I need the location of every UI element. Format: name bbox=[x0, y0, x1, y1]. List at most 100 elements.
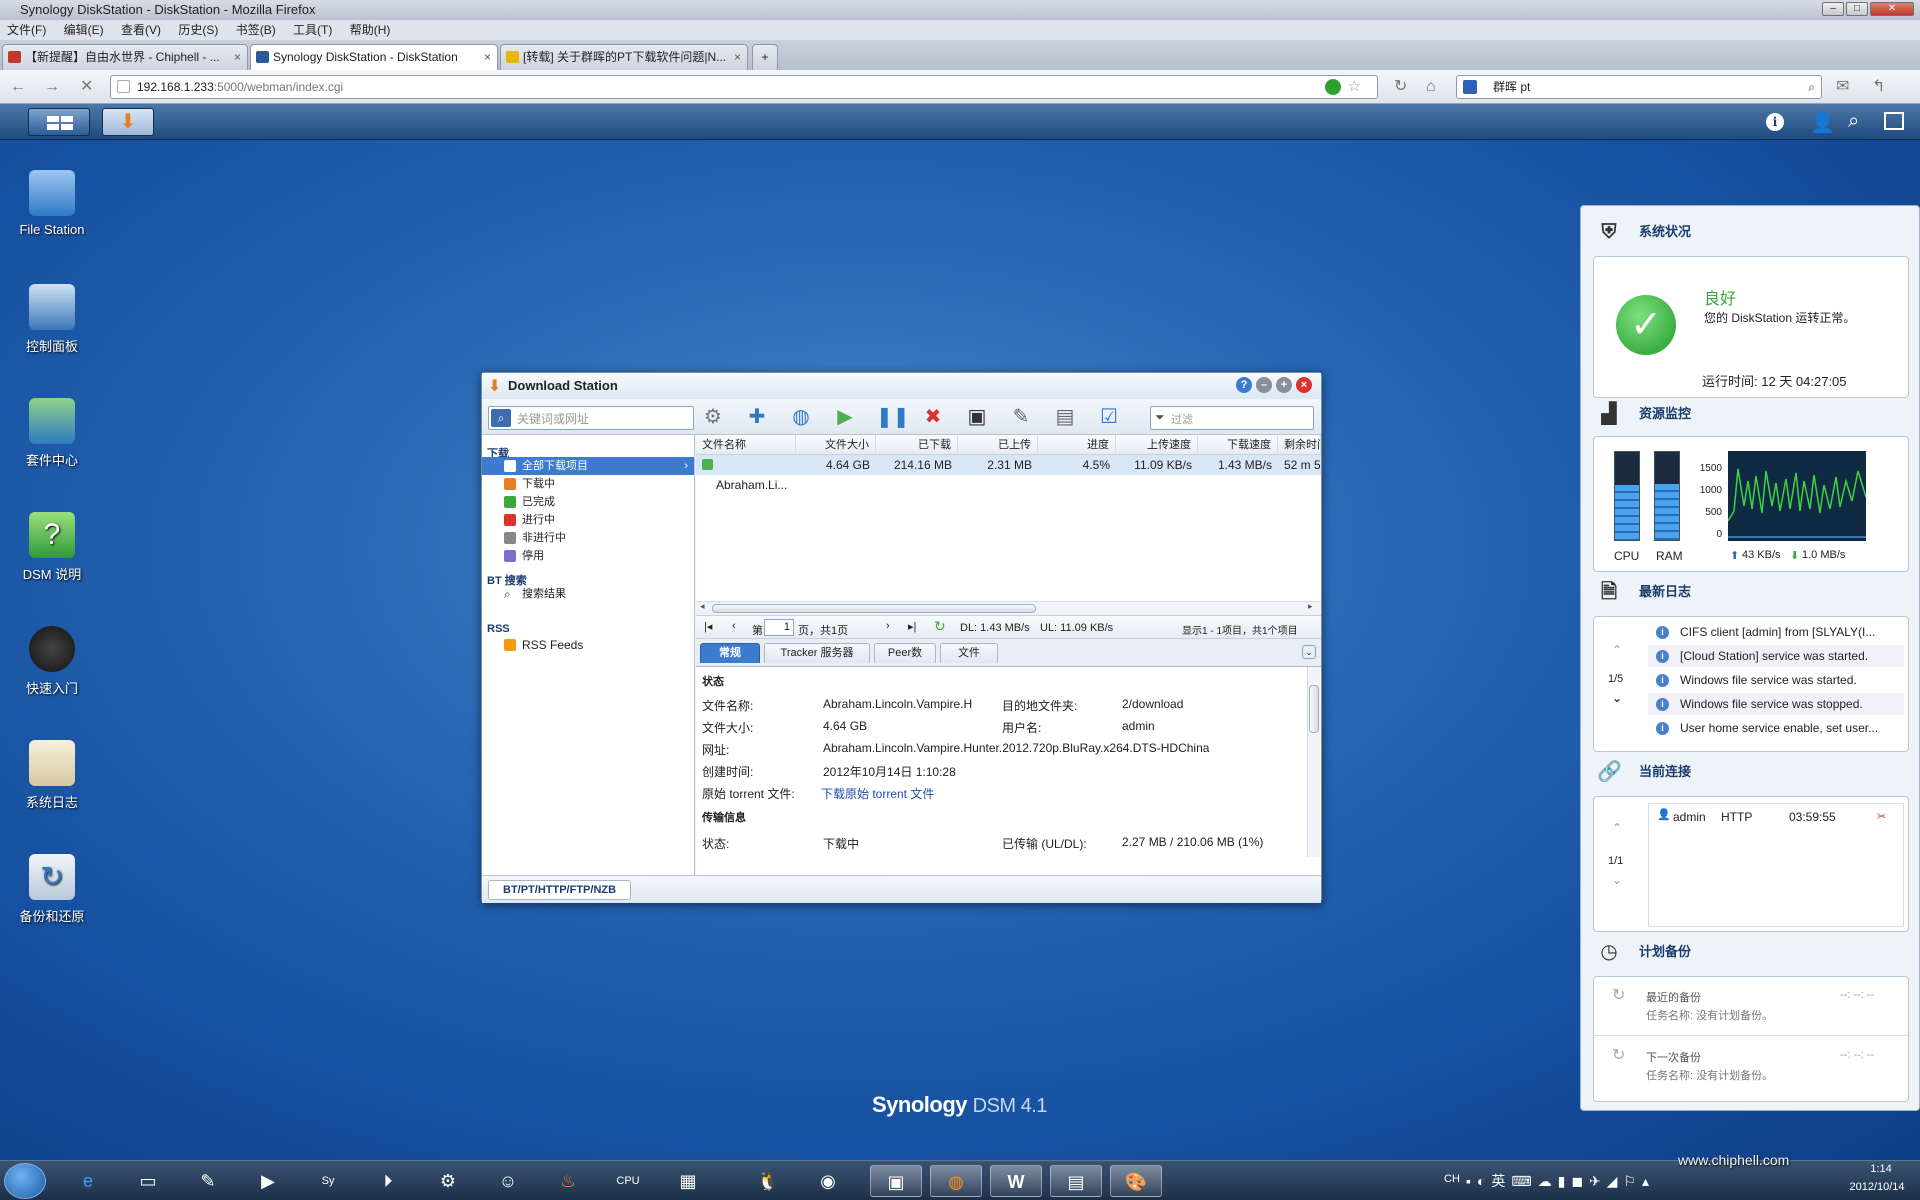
desktop-icon-backup-restore[interactable]: ↻ 备份和还原 bbox=[2, 854, 102, 925]
chevron-down-icon[interactable]: ⌄ bbox=[1612, 873, 1622, 887]
tab-files[interactable]: 文件 bbox=[940, 643, 998, 663]
column-header[interactable]: 上传速度 bbox=[1116, 435, 1198, 455]
menu-tools[interactable]: 工具(T) bbox=[293, 23, 332, 37]
maximize-button[interactable]: + bbox=[1276, 377, 1292, 393]
stop-loading-icon[interactable]: ✕ bbox=[80, 78, 93, 96]
column-header[interactable]: 进度 bbox=[1038, 435, 1116, 455]
main-menu-button[interactable] bbox=[28, 108, 90, 136]
tab-tracker[interactable]: Tracker 服务器 bbox=[764, 643, 870, 663]
delete-icon[interactable]: ✖ bbox=[920, 405, 946, 429]
horizontal-scrollbar[interactable]: ◂ ▸ bbox=[696, 601, 1321, 615]
user-app-icon[interactable]: ☺ bbox=[482, 1165, 534, 1197]
scroll-thumb[interactable] bbox=[712, 604, 1036, 613]
tab-forum[interactable]: [转载] 关于群晖的PT下载软件问题|N... × bbox=[500, 44, 748, 70]
bookmark-star-icon[interactable]: ☆ bbox=[1348, 76, 1361, 98]
input-language[interactable]: CH bbox=[1444, 1173, 1460, 1185]
desktop-icon-file-station[interactable]: File Station bbox=[2, 170, 102, 237]
search-icon[interactable]: ⌕ bbox=[1808, 76, 1815, 98]
app-icon[interactable]: Sy bbox=[302, 1165, 354, 1197]
add-task-icon[interactable]: ✚ bbox=[744, 405, 770, 429]
fire-app-icon[interactable]: ♨ bbox=[542, 1165, 594, 1197]
tab-chiphell[interactable]: 【新提醒】自由水世界 - Chiphell - ... × bbox=[2, 44, 248, 70]
sidebar-item-all[interactable]: 全部下载项目 › bbox=[482, 457, 694, 475]
back-icon[interactable]: ← bbox=[10, 78, 26, 96]
column-header[interactable]: 已下载 bbox=[876, 435, 958, 455]
go-icon[interactable] bbox=[1325, 79, 1341, 95]
column-header[interactable]: 文件名称 bbox=[696, 435, 796, 455]
column-header[interactable]: 下载速度 bbox=[1198, 435, 1278, 455]
sidebar-item-search-results[interactable]: ⌕ 搜索结果 bbox=[482, 585, 694, 603]
chevron-up-icon[interactable]: ⌃ bbox=[1612, 643, 1622, 657]
widgets-icon[interactable] bbox=[1884, 112, 1904, 130]
menu-file[interactable]: 文件(F) bbox=[7, 23, 46, 37]
explorer-icon[interactable]: ▭ bbox=[122, 1165, 174, 1197]
menu-help[interactable]: 帮助(H) bbox=[350, 23, 391, 37]
new-tab-button[interactable]: + bbox=[752, 44, 778, 70]
share-icon[interactable]: ↰ bbox=[1872, 78, 1885, 96]
collapse-icon[interactable]: ⌄ bbox=[1302, 645, 1316, 659]
protocol-tab[interactable]: BT/PT/HTTP/FTP/NZB bbox=[488, 880, 632, 900]
url-bar[interactable]: 192.168.1.233:5000/webman/index.cgi ☆ bbox=[110, 75, 1378, 99]
column-header[interactable]: 已上传 bbox=[958, 435, 1038, 455]
prev-page-icon[interactable]: ‹ bbox=[732, 620, 736, 632]
tab-close-icon[interactable]: × bbox=[484, 45, 491, 69]
chevron-up-icon[interactable]: ⌃ bbox=[1612, 821, 1622, 835]
word-icon[interactable]: W bbox=[990, 1165, 1042, 1197]
window-titlebar[interactable]: ⬇ Download Station ? – + × bbox=[482, 373, 1321, 399]
maximize-button[interactable]: □ bbox=[1846, 2, 1868, 16]
edit-icon[interactable]: ✎ bbox=[1008, 405, 1034, 429]
refresh-icon[interactable]: ↻ bbox=[934, 618, 946, 635]
tray-icons[interactable]: ▪◐英⌨☁▮◼✈◢⚐▴ bbox=[1466, 1171, 1655, 1191]
scroll-thumb[interactable] bbox=[1309, 685, 1319, 733]
download-torrent-link[interactable]: 下载原始 torrent 文件 bbox=[821, 785, 934, 802]
pause-icon[interactable]: ❚❚ bbox=[876, 405, 910, 429]
close-button[interactable]: × bbox=[1296, 377, 1312, 393]
column-header[interactable]: 文件大小 bbox=[796, 435, 876, 455]
kick-user-icon[interactable]: ✂ bbox=[1877, 810, 1886, 823]
add-url-globe-icon[interactable]: ◍ bbox=[788, 405, 814, 429]
start-button[interactable] bbox=[4, 1163, 46, 1199]
chevron-down-icon[interactable]: ⌄ bbox=[1612, 691, 1622, 705]
window-app-icon[interactable]: ▤ bbox=[1050, 1165, 1102, 1197]
ie-icon[interactable]: e bbox=[62, 1165, 114, 1197]
forward-icon[interactable]: → bbox=[44, 78, 60, 96]
tool-app-icon[interactable]: ⚙ bbox=[422, 1165, 474, 1197]
map-app-icon[interactable]: ▦ bbox=[662, 1165, 714, 1197]
menu-history[interactable]: 历史(S) bbox=[178, 23, 218, 37]
next-page-icon[interactable]: › bbox=[886, 620, 890, 632]
menu-edit[interactable]: 编辑(E) bbox=[64, 23, 104, 37]
paint-app-icon[interactable]: 🎨 bbox=[1110, 1165, 1162, 1197]
site-identity-icon[interactable] bbox=[117, 80, 130, 93]
filter-field[interactable]: ⏷ 过滤 bbox=[1150, 406, 1314, 430]
tab-diskstation[interactable]: Synology DiskStation - DiskStation × bbox=[250, 44, 498, 70]
desktop-icon-dsm-help[interactable]: ? DSM 说明 bbox=[2, 512, 102, 583]
sidebar-item-completed[interactable]: 已完成 bbox=[482, 493, 694, 511]
qq-icon[interactable]: 🐧 bbox=[742, 1165, 794, 1197]
download-station-taskbar-button[interactable]: ⬇ bbox=[102, 108, 154, 136]
desktop-icon-package-center[interactable]: 套件中心 bbox=[2, 398, 102, 469]
settings-gear-icon[interactable]: ⚙ bbox=[700, 405, 726, 429]
cpu-z-icon[interactable]: CPU bbox=[602, 1165, 654, 1197]
desktop-icon-system-log[interactable]: 系统日志 bbox=[2, 740, 102, 811]
tab-peers[interactable]: Peer数 bbox=[874, 643, 936, 663]
minimize-button[interactable]: – bbox=[1256, 377, 1272, 393]
info-icon[interactable]: i bbox=[1766, 113, 1784, 131]
resume-icon[interactable]: ▶ bbox=[832, 405, 858, 429]
clock-time[interactable]: 1:14 bbox=[1856, 1163, 1906, 1175]
network-app-icon[interactable]: ▣ bbox=[870, 1165, 922, 1197]
clear-completed-icon[interactable]: ▤ bbox=[1052, 405, 1078, 429]
first-page-icon[interactable]: |◂ bbox=[704, 620, 712, 633]
tab-general[interactable]: 常规 bbox=[700, 643, 760, 663]
search-bar[interactable]: 群晖 pt ⌕ bbox=[1456, 75, 1822, 99]
last-page-icon[interactable]: ▸| bbox=[908, 620, 916, 633]
minimize-button[interactable]: – bbox=[1822, 2, 1844, 16]
scroll-left-icon[interactable]: ◂ bbox=[700, 601, 705, 612]
search-icon[interactable]: ⌕ bbox=[1848, 110, 1859, 133]
reload-icon[interactable]: ↻ bbox=[1394, 78, 1407, 96]
column-header[interactable]: 剩余时间 bbox=[1278, 435, 1321, 455]
search-engine-icon[interactable] bbox=[1463, 80, 1477, 94]
sidebar-item-rss-feeds[interactable]: RSS Feeds bbox=[482, 636, 694, 654]
save-icon[interactable]: ▣ bbox=[964, 405, 990, 429]
firefox-icon[interactable]: ◍ bbox=[930, 1165, 982, 1197]
scroll-right-icon[interactable]: ▸ bbox=[1308, 601, 1313, 612]
